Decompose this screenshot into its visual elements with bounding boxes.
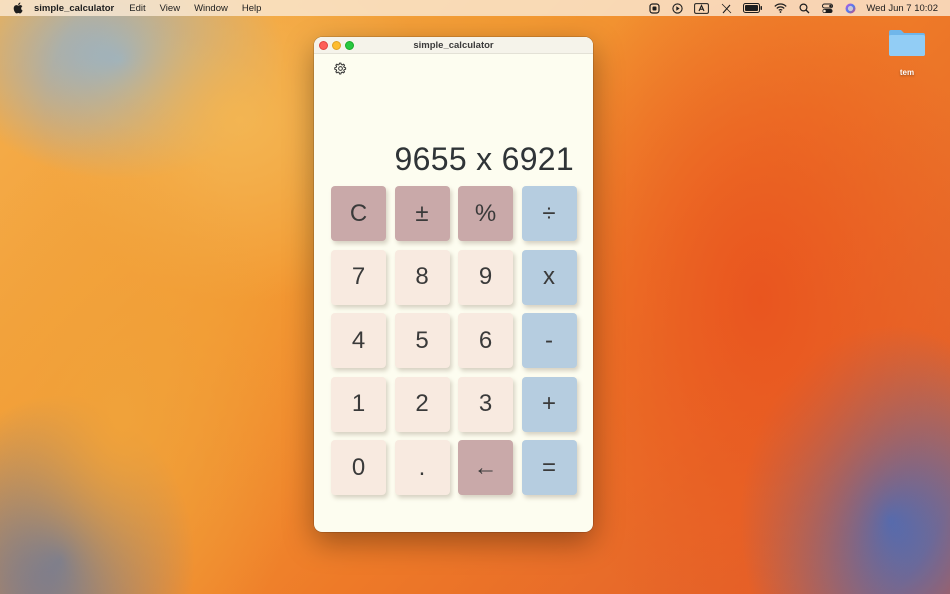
percent-button[interactable]: % [458,186,513,241]
digit-6-button[interactable]: 6 [458,313,513,368]
calculator-display: 9655 x 6921 [394,141,574,177]
keyboard-input-icon[interactable] [694,2,710,14]
control-center-icon[interactable] [821,2,833,14]
plus-minus-button[interactable]: ± [394,186,450,241]
search-icon[interactable] [798,2,810,14]
divide-button[interactable]: ÷ [521,186,577,241]
siri-icon[interactable] [844,2,856,14]
digit-3-button[interactable]: 3 [458,376,513,432]
menu-window[interactable]: Window [194,3,228,14]
menu-view[interactable]: View [160,3,180,14]
menu-clock[interactable]: Wed Jun 7 10:02 [866,3,938,14]
settings-button[interactable] [332,60,348,76]
digit-8-button[interactable]: 8 [394,249,450,305]
digit-2-button[interactable]: 2 [394,376,450,432]
menu-app-name[interactable]: simple_calculator [34,3,114,14]
subtract-button[interactable]: - [521,313,577,368]
folder-label: tem [899,68,915,77]
digit-7-button[interactable]: 7 [331,249,386,305]
multiply-button[interactable]: x [521,249,577,305]
equals-button[interactable]: = [521,440,577,495]
menu-help[interactable]: Help [242,3,262,14]
digit-0-button[interactable]: 0 [331,440,386,495]
calculator-window: simple_calculator 9655 x 6921 C ±% ÷ 7 8 9 x 4 5… [314,37,593,532]
digit-5-button[interactable]: 5 [394,313,450,368]
clear-button[interactable]: C [331,186,386,241]
play-circle-icon[interactable] [671,2,683,14]
battery-icon[interactable] [743,2,763,14]
backspace-button[interactable]: ← [458,440,513,495]
title-bar[interactable]: simple_calculator [314,37,593,54]
keypad: C ±% ÷ 7 8 9 x 4 5 6- 1 2 3 +0. ← = [331,186,577,495]
digit-4-button[interactable]: 4 [331,313,386,368]
digit-1-button[interactable]: 1 [331,376,386,432]
gear-icon [333,62,346,74]
menu-bar-status-area: Wed Jun 7 10:02 [637,0,938,16]
window-title: simple_calculator [413,40,494,51]
add-button[interactable]: + [521,376,577,432]
menu-edit[interactable]: Edit [129,3,145,14]
desktop-folder[interactable]: tem [884,28,930,77]
menu-bar: simple_calculator Edit View Window Help [0,0,950,16]
pen-slash-icon[interactable] [720,2,732,14]
screen-record-icon[interactable] [648,2,660,14]
digit-9-button[interactable]: 9 [458,249,513,305]
apple-logo-icon[interactable] [12,2,24,14]
wifi-icon[interactable] [774,2,788,14]
folder-icon [887,28,927,58]
decimal-button[interactable]: . [394,440,450,495]
